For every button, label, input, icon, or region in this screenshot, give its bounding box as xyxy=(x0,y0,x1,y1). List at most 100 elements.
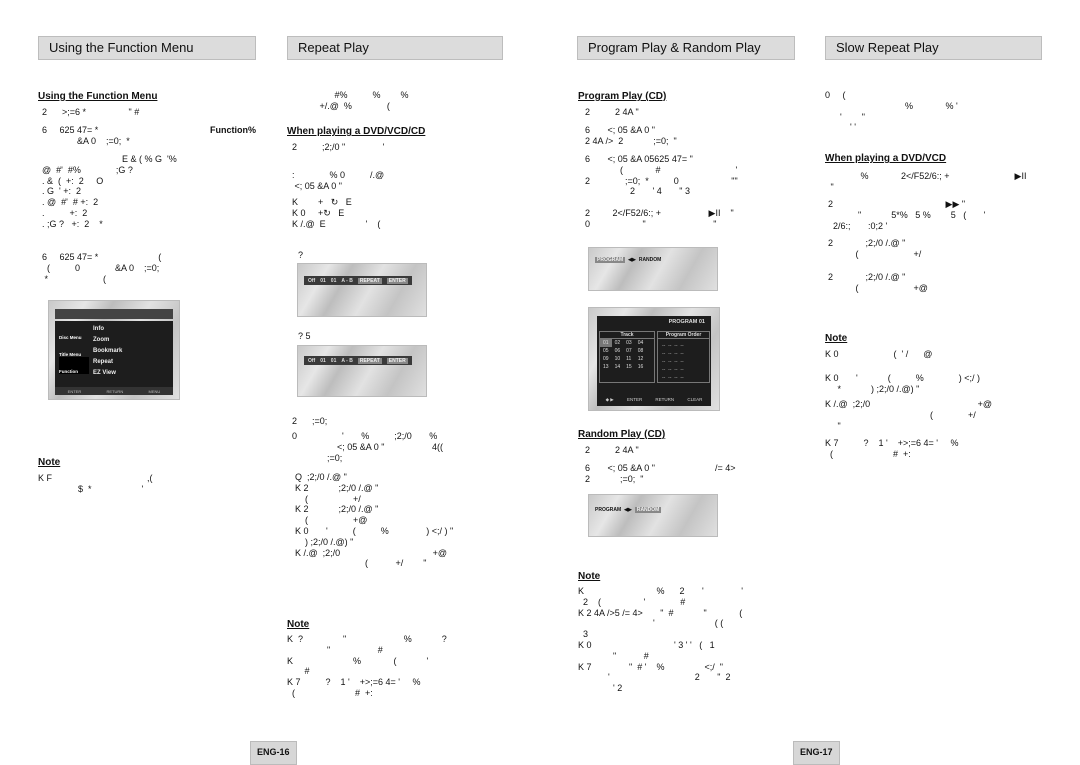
paragraph: 2 ;2;/0 " ' xyxy=(292,142,384,153)
track-cell: 16 xyxy=(637,364,644,370)
random-option: RANDOM xyxy=(634,507,662,513)
text-line: 2 ;=0; * 0 "" xyxy=(585,175,738,186)
subheading: When playing a DVD/VCD/CD xyxy=(287,126,426,137)
text-line: K 7 " # ' % <;/ " xyxy=(578,661,723,672)
text-line: ? 5 xyxy=(298,331,311,341)
text-line: ' 2 xyxy=(578,683,623,694)
text-line: 6 <; 05 &A 0 " /= 4> xyxy=(585,463,736,473)
text-line: K 0 ' ( % ) <;/ ) xyxy=(825,373,980,383)
paragraph: 2 2 4A " xyxy=(585,445,639,456)
text-line: 3 xyxy=(578,629,589,640)
paragraph: 2 ;=0; xyxy=(292,416,327,427)
text-line: 2 ( ' # xyxy=(578,596,686,607)
program-option: PROGRAM xyxy=(595,507,622,513)
track-cell: 14 xyxy=(614,364,621,370)
track-cell: 03 xyxy=(626,340,632,346)
paragraph: 2 2 4A " xyxy=(585,107,639,118)
repeat-osd-screenshot-2: Off 01 01 A - B REPEAT ENTER xyxy=(297,345,427,397)
subheading: Using the Function Menu xyxy=(38,91,158,102)
text-line: ' ' xyxy=(825,122,856,133)
text-line: . & ( +: 2 O xyxy=(42,175,104,186)
random-option: RANDOM xyxy=(638,257,662,263)
manual-spread: Using the Function Menu Repeat Play Prog… xyxy=(0,0,1080,765)
text-line: " 5*% 5 % 5 ( ' xyxy=(828,209,986,220)
paragraph: 0 ( % % ' ' " ' ' xyxy=(825,90,958,133)
text-line: : % 0 /.@ xyxy=(292,170,385,180)
note-text: K 0 ' ( % ) <;/ ) * ) ;2;/0 /.@) " xyxy=(825,373,980,395)
paragraph: 6 625 47= * ( ( 0 &A 0 ;=0; * ( xyxy=(42,252,161,284)
repeat-osd-screenshot-1: Off 01 01 A - B REPEAT ENTER xyxy=(297,263,427,317)
text-line: 2 ;2;/0 /.@ " xyxy=(828,238,906,248)
text-line: 2 ;=0; xyxy=(292,416,328,426)
text-line: E & ( % G '% xyxy=(42,154,177,164)
text-line: " # xyxy=(287,644,383,655)
note-text: K 7 ? 1 ' +>;=6 4= ' % ( # +: xyxy=(825,438,959,460)
section-header-repeat-play: Repeat Play xyxy=(287,36,503,60)
section-header-program-random: Program Play & Random Play xyxy=(577,36,795,60)
note-title: Note xyxy=(578,571,601,582)
text-line: 2/6:; :0;2 ' xyxy=(828,220,888,231)
text-line: K 0 +↻ E xyxy=(292,207,345,218)
note-text: K % 2 ' ' 2 ( ' # K 2 4A />5 /= 4> " # " … xyxy=(578,586,743,694)
text-line: ( +/ " xyxy=(295,558,427,569)
text-line: . G ' +: 2 xyxy=(42,186,81,197)
subheading: When playing a DVD/VCD xyxy=(825,153,947,164)
text-line: 6 625 47= * ( xyxy=(42,252,162,262)
random-screenshot: PROGRAM ◀▶ RANDOM xyxy=(588,494,718,537)
text-line: % 2</F52/6:; + ▶II xyxy=(828,171,1027,181)
function-tab: Function xyxy=(59,357,89,374)
text-line: ? xyxy=(298,250,304,260)
track-cell: 06 xyxy=(614,348,621,354)
text-line: <; 05 &A 0 " 4(( xyxy=(292,441,443,452)
paragraph: 2 ;2;/0 /.@ " ( +@ xyxy=(828,272,928,294)
text-line: K + ↻ E xyxy=(292,197,352,207)
track-label: Track xyxy=(600,332,654,339)
section-header-function-menu: Using the Function Menu xyxy=(38,36,256,60)
return-hint: RETURN xyxy=(655,397,675,402)
text-line: -- -- -- -- xyxy=(662,351,684,357)
menu-item-info: Info xyxy=(93,326,104,332)
text-line: " # xyxy=(578,650,649,661)
track-cell: 13 xyxy=(603,364,609,370)
title-menu-tab: Title Menu xyxy=(59,352,82,357)
text-line: 2 ' 4 " 3 xyxy=(585,186,690,197)
paragraph: 2 2</F52/6:; + ▶II " 0 " " xyxy=(585,208,734,230)
menu-item-repeat: Repeat xyxy=(93,359,114,365)
text-line: ( +@ xyxy=(828,282,928,293)
track-cell: 02 xyxy=(614,340,621,346)
paragraph: 6 625 47= * &A 0 ;=0; * xyxy=(42,125,130,147)
text-line: 2 ;2;/0 /.@ " xyxy=(828,272,906,282)
note-text: K ? " % ? " # K % ( ' # K 7 ? 1 ' +>;=6 4=… xyxy=(287,634,447,699)
section-header-slow-repeat: Slow Repeat Play xyxy=(825,36,1042,60)
menu-hint: MENU xyxy=(148,388,161,394)
text-line: K 7 ? 1 ' +>;=6 4= ' % xyxy=(825,438,959,448)
track-cell: 07 xyxy=(626,348,632,354)
text-line: -- -- -- -- xyxy=(662,367,684,373)
text-line: 6 <; 05 &A 0 " xyxy=(585,125,655,135)
text-line: ;=0; xyxy=(292,452,343,463)
text-line: K 2 ;2;/0 /.@ " xyxy=(295,504,379,515)
text-line: K /.@ E ' ( xyxy=(292,218,381,229)
text-line: -- -- -- -- xyxy=(662,359,684,365)
text-line: 0 ' % ;2;/0 % xyxy=(292,431,438,441)
paragraph: 2 >;=6 * " # xyxy=(42,107,139,118)
text-line: K /.@ ;2;/0 +@ xyxy=(825,399,993,409)
page-number-right: ENG-17 xyxy=(793,741,840,765)
text-line: ' 2 " 2 xyxy=(578,672,731,683)
track-cell: 08 xyxy=(637,348,644,354)
track-cell: 15 xyxy=(626,364,632,370)
text-line: @ #' #% ;G ? xyxy=(42,164,133,175)
program-random-screenshot: PROGRAM ◀▶ RANDOM xyxy=(588,247,718,291)
paragraph: ? 5 xyxy=(298,331,311,342)
text-line: #% % % xyxy=(287,90,409,100)
paragraph: Q ;2;/0 /.@ " K 2 ;2;/0 /.@ " ( +/K 2 ;2;… xyxy=(295,472,453,569)
track-cell: 10 xyxy=(614,356,621,362)
text-line: ( +@ xyxy=(295,515,368,526)
paragraph: 2 ;2;/0 /.@ " ( +/ xyxy=(828,238,921,260)
text-line: . +: 2 xyxy=(42,207,88,218)
text-line: ' " xyxy=(825,111,865,122)
text-line: ( # +: xyxy=(287,687,373,698)
paragraph: % 2</F52/6:; + ▶II " xyxy=(828,171,1027,193)
text-line: 2 2</F52/6:; + ▶II " xyxy=(585,208,734,218)
menu-item-bookmark: Bookmark xyxy=(93,348,123,354)
